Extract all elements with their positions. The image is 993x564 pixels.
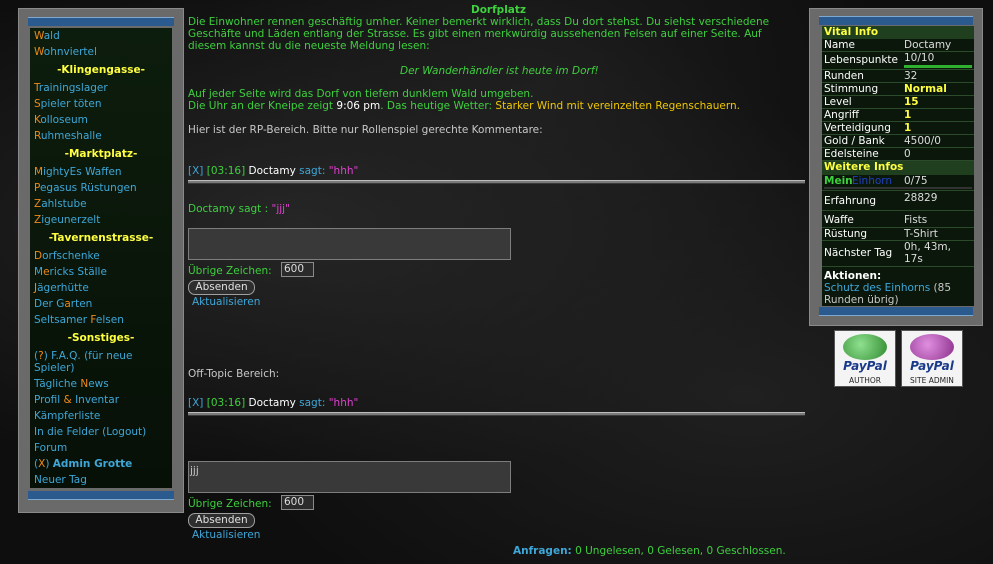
nav-link-profil-inventar[interactable]: Profil & Inventar	[34, 394, 119, 406]
page-title: Dorfplatz	[471, 4, 527, 16]
stat-unicorn: Mein Einhorn 0/75	[822, 175, 974, 191]
stat-gems: Edelsteine 0	[822, 148, 974, 161]
nav-link-spieler-toeten[interactable]: Spieler töten	[34, 98, 102, 110]
stat-defense: Verteidigung 1	[822, 122, 974, 135]
stats-bottom-bar	[819, 307, 973, 316]
action-rounds-left: Runden übrig)	[824, 294, 899, 306]
nav-menu: Wald Wohnviertel -Klingengasse- Training…	[30, 28, 172, 488]
hp-bar-fill	[904, 65, 972, 68]
stats-top-bar	[819, 16, 973, 25]
paypal-site-admin-button[interactable]: PayPal SITE ADMIN	[901, 330, 963, 387]
rp-separator	[188, 180, 805, 184]
left-navigation-panel: Wald Wohnviertel -Klingengasse- Training…	[18, 8, 184, 513]
nav-link-pegasus[interactable]: Pegasus Rüstungen	[34, 182, 137, 194]
ot-comment-input[interactable]: jjj	[188, 461, 511, 493]
stat-next-day: Nächster Tag 0h, 43m, 17s	[822, 241, 974, 267]
rp-note: Hier ist der RP-Bereich. Bitte nur Rolle…	[188, 124, 543, 136]
stat-armor: Rüstung T-Shirt	[822, 228, 974, 241]
rp-comment: [X] [03:16] Doctamy sagt: "hhh"	[188, 165, 359, 177]
delete-ot-comment-link[interactable]: [X]	[188, 397, 203, 409]
paypal-author-label: AUTHOR	[849, 376, 881, 385]
forest-text: Auf jeder Seite wird das Dorf von tiefem…	[188, 88, 534, 100]
rp-comment-input[interactable]	[188, 228, 511, 260]
nav-link-wohnviertel[interactable]: Wohnviertel	[34, 46, 97, 58]
nav-link-kolloseum[interactable]: Kolloseum	[34, 114, 88, 126]
vital-info-heading: Vital Info	[822, 26, 974, 39]
intro-line-1: Die Einwohner rennen geschäftig umher. K…	[188, 16, 770, 28]
clock-weather-line: Die Uhr an der Kneipe zeigt 9:06 pm. Das…	[188, 100, 740, 112]
nav-link-mightyes-waffen[interactable]: MightyEs Waffen	[34, 166, 122, 178]
stat-weapon: Waffe Fists	[822, 211, 974, 228]
stats-panel: Vital Info Name Doctamy Lebenspunkte 10/10…	[809, 8, 983, 326]
nav-link-seltsamer-felsen[interactable]: Seltsamer Felsen	[34, 314, 124, 326]
stat-mood: Stimmung Normal	[822, 83, 974, 96]
nav-link-trainingslager[interactable]: Trainingslager	[34, 82, 108, 94]
ot-remaining-label: Übrige Zeichen:	[188, 498, 272, 510]
nav-link-admin-grotte[interactable]: (X) Admin Grotte	[34, 458, 132, 470]
rp-preview: Doctamy sagt : "jjj"	[188, 203, 290, 215]
paypal-snake-icon	[910, 334, 954, 360]
paypal-logo: PayPal	[843, 359, 887, 373]
ot-separator	[188, 412, 805, 416]
stat-attack: Angriff 1	[822, 109, 974, 122]
nav-link-zahlstube[interactable]: Zahlstube	[34, 198, 87, 210]
rp-submit-button[interactable]: Absenden	[188, 280, 255, 295]
nav-link-neuer-tag[interactable]: Neuer Tag	[34, 474, 87, 486]
rp-refresh-link[interactable]: Aktualisieren	[192, 296, 260, 308]
nav-heading-klingengasse: -Klingengasse-	[57, 64, 145, 76]
stats-table: Vital Info Name Doctamy Lebenspunkte 10/10…	[822, 26, 974, 306]
ot-remaining-count: 600	[281, 495, 314, 510]
stat-name: Name Doctamy	[822, 39, 974, 52]
nav-link-dorfschenke[interactable]: Dorfschenke	[34, 250, 100, 262]
requests-link[interactable]: Anfragen:	[513, 545, 572, 557]
news-message: Der Wanderhändler ist heute im Dorf!	[400, 65, 599, 77]
stat-rounds: Runden 32	[822, 70, 974, 83]
nav-link-wald[interactable]: Wald	[34, 30, 60, 42]
nav-link-taegliche-news[interactable]: Tägliche News	[34, 378, 109, 390]
nav-link-mericks-staelle[interactable]: Mericks Ställe	[34, 266, 107, 278]
nav-link-jaegerhuette[interactable]: Jägerhütte	[34, 282, 89, 294]
nav-link-faq-line2[interactable]: Spieler)	[34, 362, 75, 374]
paypal-admin-label: SITE ADMIN	[910, 376, 954, 385]
nav-top-bar	[28, 17, 174, 26]
paypal-snake-icon	[843, 334, 887, 360]
intro-line-3: diesem kannst du die neueste Meldung les…	[188, 40, 430, 52]
stat-gold: Gold / Bank 4500/0	[822, 135, 974, 148]
requests-footer: Anfragen: 0 Ungelesen, 0 Gelesen, 0 Gesc…	[513, 545, 786, 557]
actions-label: Aktionen:	[824, 270, 882, 282]
stat-hp: Lebenspunkte 10/10	[822, 52, 974, 70]
paypal-logo: PayPal	[910, 359, 954, 373]
paypal-author-button[interactable]: PayPal AUTHOR	[834, 330, 896, 387]
nav-heading-tavernenstrasse: -Tavernenstrasse-	[48, 232, 154, 244]
ot-comment: [X] [03:16] Doctamy sagt: "hhh"	[188, 397, 359, 409]
delete-comment-link[interactable]: [X]	[188, 165, 203, 177]
rp-remaining-label: Übrige Zeichen:	[188, 265, 272, 277]
stat-experience: Erfahrung 28829	[822, 191, 974, 211]
nav-heading-sonstiges: -Sonstiges-	[67, 332, 135, 344]
nav-bottom-bar	[28, 491, 174, 500]
ot-refresh-link[interactable]: Aktualisieren	[192, 529, 260, 541]
nav-link-forum[interactable]: Forum	[34, 442, 67, 454]
rp-remaining-count: 600	[281, 262, 314, 277]
nav-link-ruhmeshalle[interactable]: Ruhmeshalle	[34, 130, 102, 142]
ot-submit-button[interactable]: Absenden	[188, 513, 255, 528]
nav-link-der-garten[interactable]: Der Garten	[34, 298, 92, 310]
hp-bar	[904, 65, 972, 68]
nav-heading-marktplatz: -Marktplatz-	[64, 148, 138, 160]
stat-level: Level 15	[822, 96, 974, 109]
intro-line-2: Geschäfte und Läden entlang der Strasse.…	[188, 28, 762, 40]
offtopic-label: Off-Topic Bereich:	[188, 368, 280, 380]
nav-link-faq[interactable]: (?) F.A.Q. (für neue	[34, 350, 132, 362]
nav-link-logout[interactable]: In die Felder (Logout)	[34, 426, 146, 438]
action-unicorn-protection: Schutz des Einhorns (85	[824, 282, 951, 294]
nav-link-zigeunerzelt[interactable]: Zigeunerzelt	[34, 214, 100, 226]
unicorn-bar	[824, 187, 972, 189]
more-info-heading: Weitere Infos	[822, 161, 974, 175]
nav-link-kaempferliste[interactable]: Kämpferliste	[34, 410, 100, 422]
